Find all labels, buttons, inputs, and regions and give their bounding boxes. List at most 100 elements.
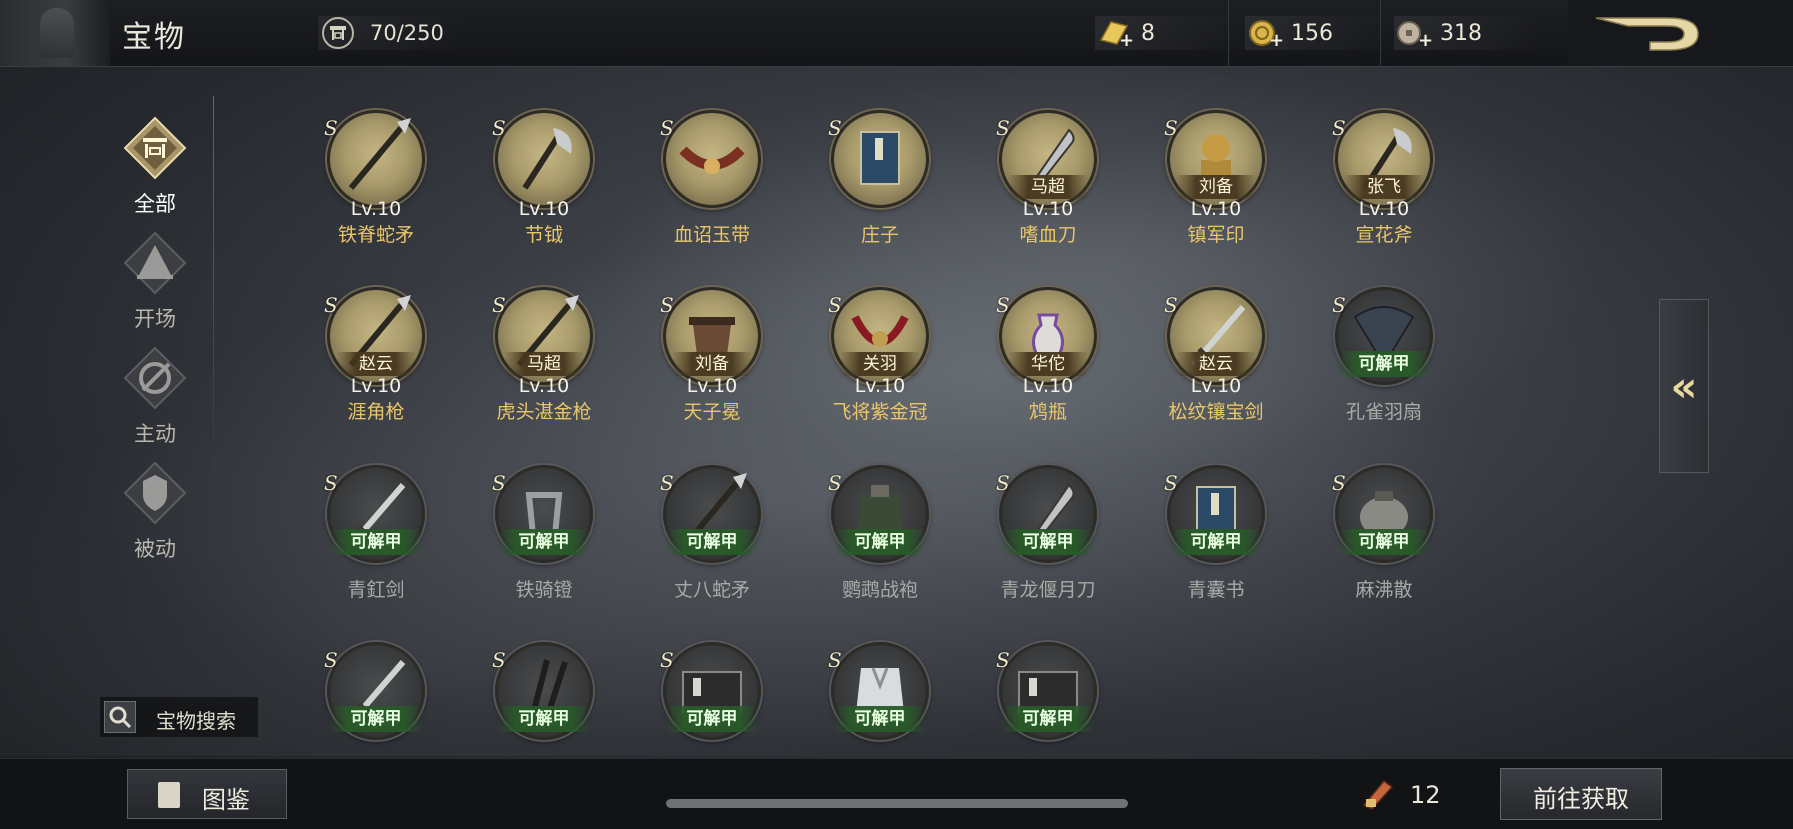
add-copper-coin-icon[interactable]: + — [1418, 30, 1433, 51]
grade-badge: S — [660, 293, 674, 317]
treasure-name: 青龙偃月刀 — [1000, 579, 1096, 601]
hero-tag: 赵云 — [336, 352, 416, 376]
treasure-book-icon — [860, 131, 900, 185]
grade-badge: S — [1164, 116, 1178, 140]
unlock-tag: 可解甲 — [1170, 529, 1262, 555]
grade-badge: S — [828, 471, 842, 495]
treasure-name: 孔雀羽扇 — [1345, 401, 1422, 423]
resource-gold-bar[interactable]: + 8 — [1095, 16, 1245, 51]
side-panel-toggle[interactable]: « — [1659, 299, 1709, 473]
go-obtain-button[interactable]: 前往获取 — [1500, 768, 1662, 820]
search-label: 宝物搜索 — [156, 709, 236, 733]
treasure-name: 血诏玉带 — [673, 224, 750, 246]
hero-tag: 马超 — [504, 352, 584, 376]
treasure-name: 节钺 — [524, 224, 563, 246]
capacity-text: 70/250 — [370, 21, 444, 45]
back-arrow-icon — [1595, 17, 1699, 51]
book-icon — [158, 782, 180, 808]
resource-copper-coin[interactable]: + 318 — [1394, 16, 1544, 51]
treasure-card[interactable]: S 可解甲 丈八蛇矛 — [642, 465, 782, 615]
sidebar-item-passive[interactable]: 被动 — [110, 453, 200, 561]
double-chevron-left-icon: « — [1670, 362, 1698, 411]
treasure-card[interactable]: S 可解甲 麻沸散 — [1314, 465, 1454, 615]
grade-badge: S — [996, 293, 1010, 317]
grade-badge: S — [1332, 293, 1346, 317]
treasure-card[interactable]: S 马超 Lv.10 嗜血刀 — [978, 110, 1118, 260]
treasure-capacity-icon — [322, 17, 354, 49]
treasure-card[interactable]: S 马超 Lv.10 虎头湛金枪 — [474, 287, 614, 437]
sidebar-item-label: 被动 — [134, 537, 176, 561]
copper-coin-value: 318 — [1440, 21, 1482, 46]
catalog-label: 图鉴 — [202, 786, 250, 814]
treasure-card[interactable]: S 可解甲 青龙偃月刀 — [978, 465, 1118, 615]
treasure-name: 虎头湛金枪 — [496, 401, 592, 423]
gold-coin-value: 156 — [1291, 21, 1333, 46]
treasure-card[interactable]: S 张飞 Lv.10 宣花斧 — [1314, 110, 1454, 260]
treasure-card[interactable]: S 刘备 Lv.10 天子冕 — [642, 287, 782, 437]
active-skill-icon — [123, 346, 187, 410]
treasure-level: Lv.10 — [350, 198, 402, 220]
treasure-level: Lv.10 — [854, 375, 906, 397]
treasure-name: 铁骑镫 — [515, 579, 573, 601]
treasure-level: Lv.10 — [1190, 198, 1242, 220]
treasure-level: Lv.10 — [518, 375, 570, 397]
unlock-tag: 可解甲 — [498, 529, 590, 555]
treasure-card[interactable]: S 赵云 Lv.10 松纹镶宝剑 — [1146, 287, 1286, 437]
treasure-search-button[interactable]: 宝物搜索 — [100, 697, 258, 737]
passive-skill-icon — [123, 461, 187, 525]
search-icon — [104, 701, 136, 733]
resource-gold-coin[interactable]: + 156 — [1245, 16, 1395, 51]
add-gold-coin-icon[interactable]: + — [1269, 30, 1284, 51]
catalog-button[interactable]: 图鉴 — [127, 769, 287, 819]
unlock-tag: 可解甲 — [666, 529, 758, 555]
treasure-name: 铁脊蛇矛 — [337, 224, 414, 246]
hero-tag: 关羽 — [840, 352, 920, 376]
back-button[interactable] — [1568, 0, 1793, 66]
sidebar-item-all[interactable]: 全部 — [110, 108, 200, 216]
treasure-card[interactable]: S 华佗 Lv.10 鸩瓶 — [978, 287, 1118, 437]
treasure-name: 庄子 — [860, 224, 899, 246]
hero-tag: 刘备 — [1176, 175, 1256, 199]
add-gold-bar-icon[interactable]: + — [1119, 30, 1134, 51]
treasure-level: Lv.10 — [686, 375, 738, 397]
treasure-level: Lv.10 — [1022, 375, 1074, 397]
home-indicator[interactable] — [666, 799, 1128, 808]
treasure-card[interactable]: S Lv.10 节钺 — [474, 110, 614, 260]
grade-badge: S — [828, 648, 842, 672]
treasure-card[interactable]: S 刘备 Lv.10 镇军印 — [1146, 110, 1286, 260]
treasure-card[interactable]: S Lv.10 铁脊蛇矛 — [306, 110, 446, 260]
treasure-card[interactable]: S 可解甲 铁骑镫 — [474, 465, 614, 615]
treasure-belt-icon — [679, 146, 745, 174]
treasure-name: 飞将紫金冠 — [832, 401, 928, 423]
sidebar-item-opening[interactable]: 开场 — [110, 223, 200, 331]
divider — [1380, 0, 1381, 66]
grade-badge: S — [1332, 116, 1346, 140]
treasure-card[interactable]: S 赵云 Lv.10 涯角枪 — [306, 287, 446, 437]
top-bar: 宝物 70/250 + 8 + 156 + 318 — [0, 0, 1793, 67]
grade-badge: S — [492, 116, 506, 140]
unlock-tag: 可解甲 — [1002, 529, 1094, 555]
grade-badge: S — [1164, 293, 1178, 317]
treasure-name: 镇军印 — [1187, 224, 1245, 246]
treasure-card[interactable]: S 关羽 Lv.10 飞将紫金冠 — [810, 287, 950, 437]
grade-badge: S — [492, 293, 506, 317]
sidebar-item-active[interactable]: 主动 — [110, 338, 200, 446]
hero-tag: 赵云 — [1176, 352, 1256, 376]
grade-badge: S — [660, 116, 674, 140]
treasure-level: Lv.10 — [518, 198, 570, 220]
treasure-card[interactable]: S 可解甲 青釭剑 — [306, 465, 446, 615]
treasure-card[interactable]: S 可解甲 鹦鹉战袍 — [810, 465, 950, 615]
treasure-name: 松纹镶宝剑 — [1168, 401, 1264, 423]
unlock-tag: 可解甲 — [498, 706, 590, 732]
treasure-name: 天子冕 — [683, 401, 741, 423]
page-title: 宝物 — [122, 20, 186, 55]
grade-badge: S — [492, 648, 506, 672]
grade-badge: S — [324, 293, 338, 317]
grade-badge: S — [660, 648, 674, 672]
treasure-card[interactable]: S 可解甲 青囊书 — [1146, 465, 1286, 615]
treasure-card[interactable]: S 血诏玉带 — [642, 110, 782, 260]
treasure-card[interactable]: S 庄子 — [810, 110, 950, 260]
grade-badge: S — [660, 471, 674, 495]
treasure-card[interactable]: S 可解甲 孔雀羽扇 — [1314, 287, 1454, 437]
treasure-name: 嗜血刀 — [1019, 224, 1077, 246]
